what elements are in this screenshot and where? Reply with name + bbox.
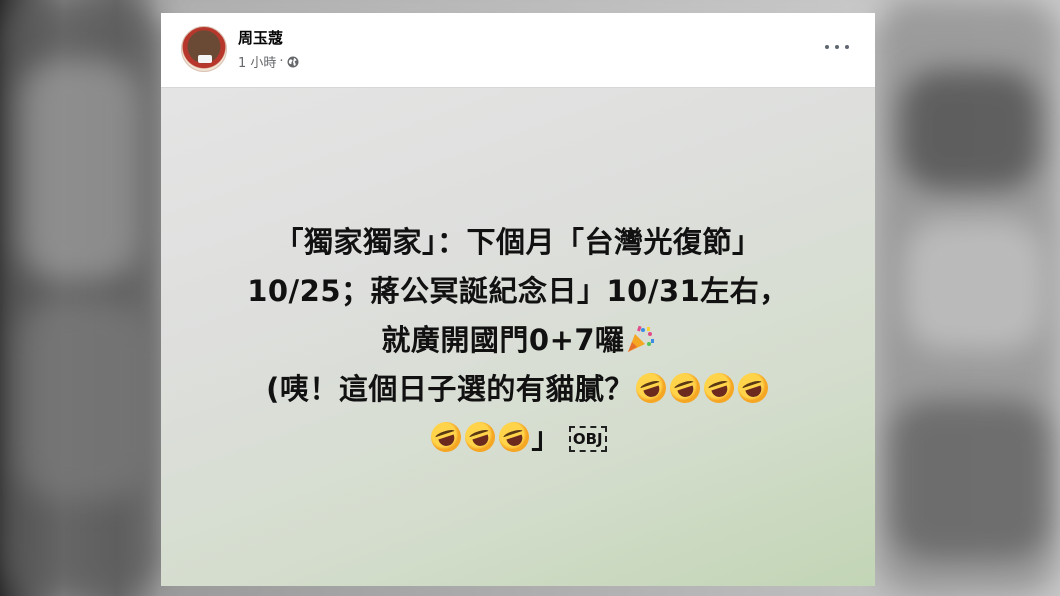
post-text-line: 「獨家獨家」：下個月「台灣光復節」 — [274, 225, 762, 259]
rolling-laughing-emoji — [665, 369, 704, 407]
author-avatar[interactable] — [181, 26, 227, 72]
post-text-segment: 就廣開國門0+7囉 — [381, 323, 625, 357]
post-text-line: 」 OBJ — [171, 414, 865, 463]
rolling-laughing-emoji — [495, 418, 534, 456]
post-text-line: 就廣開國門0+7囉 — [171, 316, 865, 365]
post-text-segment: (咦！這個日子選的有貓膩？ — [266, 372, 634, 406]
more-options-icon[interactable] — [825, 35, 849, 59]
meta-separator: · — [279, 54, 284, 69]
rolling-laughing-emoji — [733, 369, 772, 407]
post-text-line: 10/25；蔣公冥誕紀念日」10/31左右， — [247, 274, 789, 308]
rolling-laughing-emoji — [699, 369, 738, 407]
post-text-background: 「獨家獨家」：下個月「台灣光復節」 10/25；蔣公冥誕紀念日」10/31左右，… — [161, 87, 875, 586]
post-header: 周玉蔻 1 小時 · — [161, 13, 875, 87]
author-name[interactable]: 周玉蔻 — [238, 27, 283, 48]
rolling-laughing-emoji — [631, 369, 670, 407]
post-meta: 1 小時 · — [238, 52, 299, 71]
post-text-line: (咦！這個日子選的有貓膩？ — [171, 365, 865, 414]
object-placeholder-glyph: OBJ — [568, 426, 607, 452]
rolling-laughing-emoji — [427, 418, 466, 456]
globe-icon — [287, 56, 299, 67]
rolling-laughing-emoji — [461, 418, 500, 456]
post-text-segment: 」 — [531, 421, 561, 455]
facebook-post-card: 周玉蔻 1 小時 · 「獨家獨家」：下個月「台灣光復節」 10/25；蔣公冥誕紀… — [161, 13, 875, 586]
party-popper-icon — [627, 325, 654, 352]
post-text: 「獨家獨家」：下個月「台灣光復節」 10/25；蔣公冥誕紀念日」10/31左右，… — [171, 218, 865, 463]
post-timestamp[interactable]: 1 小時 — [238, 52, 276, 71]
